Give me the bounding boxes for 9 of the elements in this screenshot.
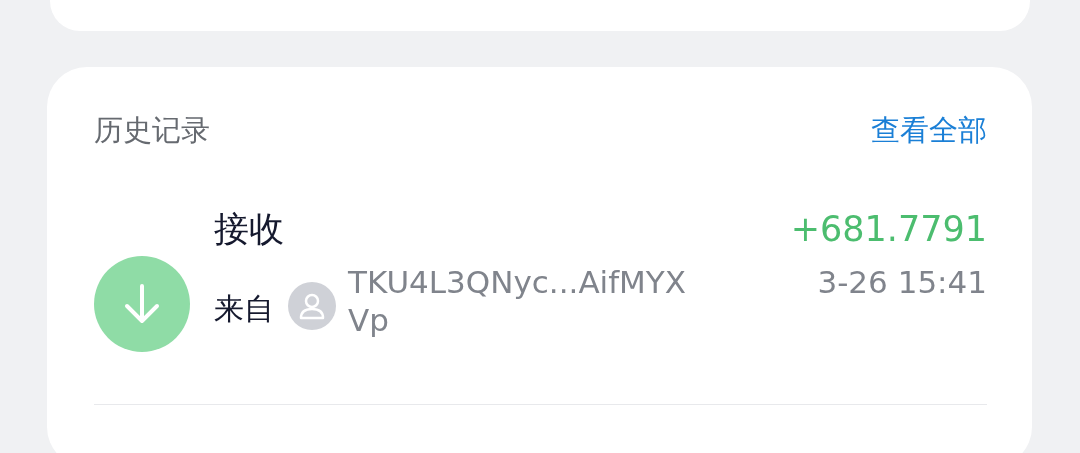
section-title: 历史记录	[94, 113, 210, 148]
amount: +681.7791	[790, 207, 987, 250]
address: TKU4L3QNyc...AifMYXVp	[348, 263, 688, 340]
from-label: 来自	[214, 289, 274, 328]
view-all-link[interactable]: 查看全部	[871, 113, 987, 148]
avatar-icon	[288, 281, 336, 330]
timestamp: 3-26 15:41	[817, 263, 987, 302]
transaction-type: 接收	[214, 207, 284, 250]
down-arrow-icon	[122, 282, 162, 325]
